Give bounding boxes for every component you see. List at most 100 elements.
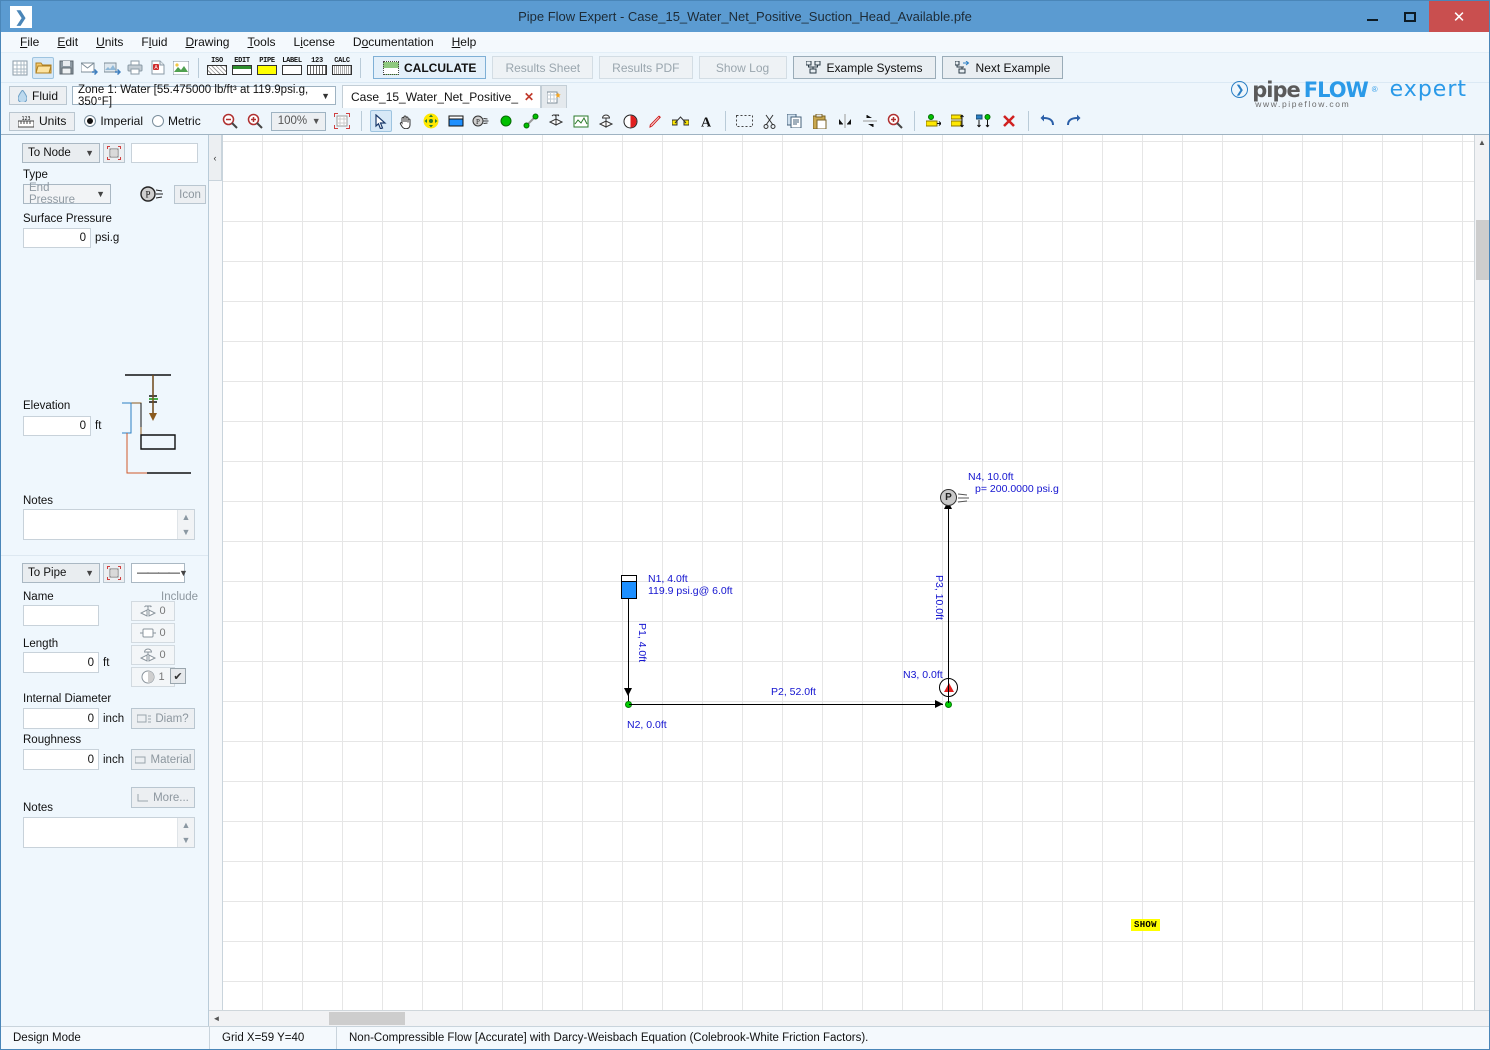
minimize-button[interactable] bbox=[1353, 1, 1391, 32]
flip-horizontal-icon[interactable] bbox=[859, 110, 881, 132]
pipe-name-input[interactable] bbox=[23, 605, 99, 626]
close-button[interactable]: ✕ bbox=[1429, 1, 1489, 32]
vertical-scroll-thumb[interactable] bbox=[1475, 220, 1489, 280]
menu-drawing[interactable]: Drawing bbox=[176, 32, 238, 52]
pipe-tool-icon[interactable] bbox=[520, 110, 542, 132]
fluid-button[interactable]: Fluid bbox=[9, 86, 68, 105]
valves-counter[interactable]: 0 bbox=[131, 645, 175, 665]
internal-diameter-input[interactable]: 0 bbox=[23, 708, 99, 729]
menu-license[interactable]: License bbox=[285, 32, 344, 52]
flip-vertical-icon[interactable] bbox=[834, 110, 856, 132]
pressure-node-tool-icon[interactable]: P bbox=[470, 110, 492, 132]
marquee-select-icon[interactable] bbox=[734, 110, 756, 132]
move-tool-icon[interactable] bbox=[420, 110, 442, 132]
zoom-selection-icon[interactable] bbox=[884, 110, 906, 132]
scroll-up-icon[interactable]: ▲ bbox=[1475, 135, 1490, 150]
results-pdf-button[interactable]: Results PDF bbox=[599, 56, 693, 79]
pan-hand-icon[interactable] bbox=[395, 110, 417, 132]
text-tool-icon[interactable]: A bbox=[695, 110, 717, 132]
component-tool-icon[interactable] bbox=[570, 110, 592, 132]
measure-tool-icon[interactable] bbox=[670, 110, 692, 132]
menu-help[interactable]: Help bbox=[443, 32, 486, 52]
fluid-zone-select[interactable]: Zone 1: Water [55.475000 lb/ft³ at 119.9… bbox=[72, 84, 337, 108]
collapse-sidebar-button[interactable]: ‹ bbox=[209, 135, 222, 181]
tab-close-icon[interactable]: ✕ bbox=[524, 90, 534, 104]
delete-icon[interactable] bbox=[998, 110, 1020, 132]
zoom-in-icon[interactable] bbox=[244, 110, 266, 132]
paste-icon[interactable] bbox=[809, 110, 831, 132]
node-type-select[interactable]: End Pressure ▼ bbox=[23, 182, 111, 206]
pump-tool-icon[interactable] bbox=[620, 110, 642, 132]
zoom-level-select[interactable]: 100% ▼ bbox=[270, 111, 326, 131]
select-tool-icon[interactable] bbox=[369, 110, 392, 132]
network-diagram[interactable]: N1, 4.0ft 119.9 psi.g@ 6.0ft P1, 4.0ft N… bbox=[223, 135, 1474, 1010]
menu-tools[interactable]: Tools bbox=[238, 32, 284, 52]
roughness-input[interactable]: 0 bbox=[23, 749, 99, 770]
results-sheet-button[interactable]: Results Sheet bbox=[492, 56, 594, 79]
canvas-horizontal-scrollbar[interactable]: ◄ bbox=[209, 1010, 1489, 1026]
pipe-selector[interactable]: To Pipe ▼ bbox=[22, 563, 100, 583]
node-notes-input[interactable]: ▲ ▼ bbox=[23, 509, 195, 540]
line-style-select[interactable]: ———— ▼ bbox=[131, 563, 188, 583]
components-counter[interactable]: 0 bbox=[131, 623, 175, 643]
surface-pressure-input[interactable]: 0 bbox=[23, 228, 91, 248]
length-input[interactable]: 0 bbox=[23, 652, 99, 673]
tank-tool-icon[interactable] bbox=[445, 110, 467, 132]
tab-case15[interactable]: Case_15_Water_Net_Positive_ ✕ bbox=[342, 85, 542, 108]
pdf-icon[interactable]: A bbox=[147, 57, 169, 79]
join-point-tool-icon[interactable] bbox=[495, 110, 517, 132]
label-icon[interactable]: LABEL bbox=[280, 57, 304, 79]
node-name-input[interactable] bbox=[131, 143, 198, 163]
numbers-icon[interactable]: 123 bbox=[305, 57, 329, 79]
elevation-input[interactable]: 0 bbox=[23, 416, 91, 436]
units-button[interactable]: 123 Units bbox=[9, 111, 76, 131]
distribute-icon[interactable] bbox=[948, 110, 970, 132]
pumps-counter[interactable]: 1 bbox=[131, 667, 175, 687]
show-log-button[interactable]: Show Log bbox=[698, 56, 787, 79]
next-example-button[interactable]: Next Example bbox=[941, 56, 1064, 79]
menu-edit[interactable]: Edit bbox=[48, 32, 87, 52]
control-valve-tool-icon[interactable] bbox=[595, 110, 617, 132]
pipe-notes-scrollbar[interactable]: ▲ ▼ bbox=[177, 818, 194, 847]
scroll-left-icon[interactable]: ◄ bbox=[209, 1011, 224, 1026]
menu-units[interactable]: Units bbox=[87, 32, 132, 52]
include-checkbox[interactable]: ✔ bbox=[170, 668, 186, 684]
example-systems-button[interactable]: Example Systems bbox=[792, 56, 936, 79]
show-badge[interactable]: SHOW bbox=[1131, 919, 1160, 931]
print-icon[interactable] bbox=[124, 57, 146, 79]
edit-icon[interactable]: EDIT bbox=[230, 57, 254, 79]
copy-icon[interactable] bbox=[784, 110, 806, 132]
calc-icon[interactable]: CALC bbox=[330, 57, 354, 79]
export-image-icon[interactable] bbox=[101, 57, 123, 79]
align-left-icon[interactable] bbox=[923, 110, 945, 132]
image-icon[interactable] bbox=[170, 57, 192, 79]
pipe-icon[interactable]: PIPE bbox=[255, 57, 279, 79]
node-notes-scrollbar[interactable]: ▲ ▼ bbox=[177, 510, 194, 539]
calculate-button[interactable]: CALCULATE bbox=[373, 56, 487, 79]
pipe-locate-button[interactable] bbox=[103, 563, 125, 583]
redo-icon[interactable] bbox=[1062, 110, 1084, 132]
iso-icon[interactable]: ISO bbox=[205, 57, 229, 79]
maximize-button[interactable] bbox=[1391, 1, 1429, 32]
undo-icon[interactable] bbox=[1037, 110, 1059, 132]
pipe-notes-input[interactable]: ▲ ▼ bbox=[23, 817, 195, 848]
valve-tool-icon[interactable] bbox=[545, 110, 567, 132]
menu-documentation[interactable]: Documentation bbox=[344, 32, 443, 52]
imperial-radio[interactable]: Imperial bbox=[84, 114, 143, 128]
save-icon[interactable] bbox=[55, 57, 77, 79]
icon-button[interactable]: Icon bbox=[174, 185, 206, 204]
node-locate-button[interactable] bbox=[103, 143, 125, 163]
fit-to-window-icon[interactable] bbox=[331, 110, 353, 132]
material-button[interactable]: Material bbox=[131, 749, 195, 770]
cut-icon[interactable] bbox=[759, 110, 781, 132]
align-top-icon[interactable] bbox=[973, 110, 995, 132]
horizontal-scroll-thumb[interactable] bbox=[329, 1012, 405, 1025]
pen-tool-icon[interactable] bbox=[645, 110, 667, 132]
menu-file[interactable]: File bbox=[11, 32, 48, 52]
new-tab-button[interactable] bbox=[541, 85, 568, 108]
diam-button[interactable]: Diam? bbox=[131, 708, 195, 729]
email-icon[interactable] bbox=[78, 57, 100, 79]
node-N4-icon[interactable]: P bbox=[940, 489, 957, 506]
new-sheet-icon[interactable] bbox=[9, 57, 31, 79]
canvas-vertical-scrollbar[interactable]: ▲ bbox=[1474, 135, 1489, 1010]
